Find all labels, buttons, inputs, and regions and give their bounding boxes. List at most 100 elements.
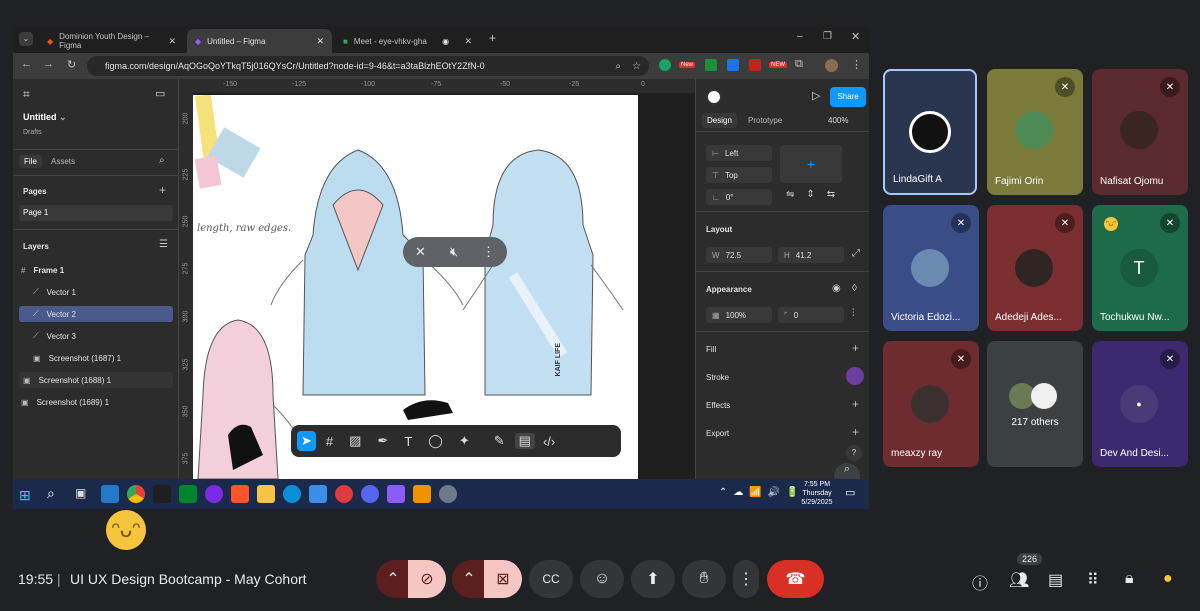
participant-tile[interactable]: ✕ meaxzy ray: [883, 341, 979, 467]
zoom-in-icon[interactable]: ⌕: [834, 463, 860, 479]
chrome-icon[interactable]: [127, 485, 145, 503]
align-horizontal-select[interactable]: ⊢ Left: [706, 145, 772, 161]
add-fill-icon[interactable]: +: [852, 341, 859, 355]
plugin-icon[interactable]: [846, 367, 864, 385]
draw-mode-icon[interactable]: ✎: [488, 433, 511, 449]
puzzle-icon[interactable]: ⧉: [795, 58, 803, 71]
blend-icon[interactable]: ◊: [852, 283, 857, 294]
raise-hand-button[interactable]: ✋︎: [682, 560, 726, 598]
gemini-icon[interactable]: ●: [1163, 570, 1173, 588]
figma-taskbar-icon[interactable]: [153, 485, 171, 503]
comment-tool-icon[interactable]: ◯: [422, 433, 449, 449]
rotation-field[interactable]: ∟ 0°: [706, 189, 772, 205]
actions-tool-icon[interactable]: ✦: [453, 433, 476, 449]
url-field[interactable]: figma.com/design/AqOGoQoYTkqT5j016QYsCr/…: [87, 56, 649, 76]
task-view-icon[interactable]: ▣: [75, 486, 86, 500]
opacity-field[interactable]: ▦ 100%: [706, 307, 772, 323]
reload-icon[interactable]: ↻: [67, 58, 76, 71]
activities-icon[interactable]: ⠿: [1087, 570, 1099, 590]
chat-icon[interactable]: ▤: [1048, 570, 1063, 590]
text-tool-icon[interactable]: T: [398, 434, 418, 449]
participant-tile[interactable]: ✕ ᵔᴗᵔ T Tochukwu Nw...: [1092, 205, 1188, 331]
canva-icon[interactable]: [205, 485, 223, 503]
align-vertical-select[interactable]: ⊤ Top: [706, 167, 772, 183]
info-icon[interactable]: ⓘ: [972, 570, 988, 594]
host-controls-icon[interactable]: 🔒︎: [1125, 570, 1134, 588]
tab-search-button[interactable]: ⌄: [19, 32, 33, 46]
close-icon[interactable]: ✕: [168, 36, 176, 47]
browser-tab-meet[interactable]: ■ Meet - eye-vhkv-gha ◉ ✕: [335, 29, 480, 53]
tab-design[interactable]: Design: [702, 113, 737, 128]
extension-icon[interactable]: [705, 59, 717, 71]
zoom-icon[interactable]: ⌕: [615, 61, 621, 72]
participant-tile[interactable]: ✕ Fajimi Orin: [987, 69, 1083, 195]
zoom-level[interactable]: 400%: [828, 116, 848, 125]
people-icon[interactable]: 👥︎: [1009, 570, 1029, 590]
add-page-icon[interactable]: +: [159, 183, 166, 197]
window-close-icon[interactable]: ✕: [851, 30, 860, 43]
leave-call-button[interactable]: ☎: [767, 560, 824, 598]
play-icon[interactable]: ▷: [812, 89, 820, 102]
audio-options-button[interactable]: ⌃: [376, 560, 410, 598]
pen-tool-icon[interactable]: ✒: [371, 433, 394, 449]
store-icon[interactable]: [309, 485, 327, 503]
layer-screenshot-1689[interactable]: ▣ Screenshot (1689) 1: [21, 394, 171, 410]
settings-icon[interactable]: [439, 485, 457, 503]
file-explorer-icon[interactable]: [257, 485, 275, 503]
radius-settings-icon[interactable]: ⫶: [852, 308, 855, 319]
back-icon[interactable]: ←: [21, 58, 32, 70]
mic-toggle-button[interactable]: ⊘: [408, 560, 446, 598]
extension-icon[interactable]: [659, 59, 671, 71]
minimize-icon[interactable]: –: [797, 31, 803, 42]
app-icon[interactable]: [387, 485, 405, 503]
tab-prototype[interactable]: Prototype: [748, 116, 782, 125]
browser-tab-untitled[interactable]: ◆ Untitled – Figma ✕: [187, 29, 332, 53]
extension-icon[interactable]: [749, 59, 761, 71]
meet-taskbar-icon[interactable]: [179, 485, 197, 503]
page-item-1[interactable]: Page 1: [19, 205, 173, 221]
notification-icon[interactable]: ▭: [845, 486, 855, 499]
extension-icon[interactable]: [727, 59, 739, 71]
others-tile[interactable]: 217 others: [987, 341, 1083, 467]
pin-off-icon[interactable]: ✕: [415, 244, 426, 260]
camera-toggle-button[interactable]: ⊠: [484, 560, 522, 598]
dev-mode-icon[interactable]: ‹/›: [539, 434, 559, 449]
restore-icon[interactable]: ❐: [823, 31, 832, 42]
constraints-widget[interactable]: +: [780, 145, 842, 183]
discord-icon[interactable]: [361, 485, 379, 503]
more-options-button[interactable]: ⋮: [733, 560, 759, 598]
help-button[interactable]: ?: [846, 445, 862, 461]
add-effect-icon[interactable]: +: [852, 397, 859, 411]
design-canvas[interactable]: -150 -125 -100 -75 -50 -25 0 200 225 250…: [179, 79, 695, 479]
close-icon[interactable]: ✕: [316, 36, 324, 47]
participant-tile[interactable]: ✕ Adedeji Ades...: [987, 205, 1083, 331]
design-mode-icon[interactable]: ▤: [514, 433, 535, 449]
layer-screenshot-1687[interactable]: ▣ Screenshot (1687) 1: [33, 350, 173, 366]
bookmark-icon[interactable]: ☆: [632, 61, 641, 72]
corner-radius-field[interactable]: ⌜ 0: [778, 307, 844, 323]
browser-tab-dominion[interactable]: ◆ Dominion Youth Design – Figma ✕: [39, 29, 184, 53]
participant-tile[interactable]: LindaGift A: [883, 69, 977, 195]
more-icon[interactable]: ⋮: [482, 244, 495, 260]
move-tool-icon[interactable]: ➤: [297, 431, 316, 451]
file-title[interactable]: Untitled ⌄: [23, 112, 67, 123]
participant-tile[interactable]: ✕ Nafisat Ojomu: [1092, 69, 1188, 195]
close-icon[interactable]: ✕: [464, 36, 472, 47]
forward-icon[interactable]: →: [43, 58, 54, 70]
tab-assets[interactable]: Assets: [51, 157, 75, 166]
vlc-icon[interactable]: [413, 485, 431, 503]
layer-vector-3[interactable]: ⟋ Vector 3: [33, 328, 173, 344]
edge-icon[interactable]: [283, 485, 301, 503]
vscode-icon[interactable]: [101, 485, 119, 503]
share-button[interactable]: Share: [830, 87, 866, 107]
wps-icon[interactable]: [335, 485, 353, 503]
mute-icon[interactable]: 🔇︎: [450, 244, 458, 260]
frame-tool-icon[interactable]: #: [320, 434, 339, 449]
captions-button[interactable]: CC: [529, 560, 573, 598]
system-tray-icons[interactable]: ⌃☁📶🔊🔋: [719, 487, 805, 498]
layer-frame-1[interactable]: # Frame 1: [21, 262, 171, 278]
taskbar-clock[interactable]: 7:55 PM Thursday 5/29/2025: [795, 480, 839, 507]
present-button[interactable]: ⬆: [631, 560, 675, 598]
search-icon[interactable]: ⌕: [47, 485, 55, 502]
layer-vector-2[interactable]: ⟋ Vector 2: [19, 306, 173, 322]
